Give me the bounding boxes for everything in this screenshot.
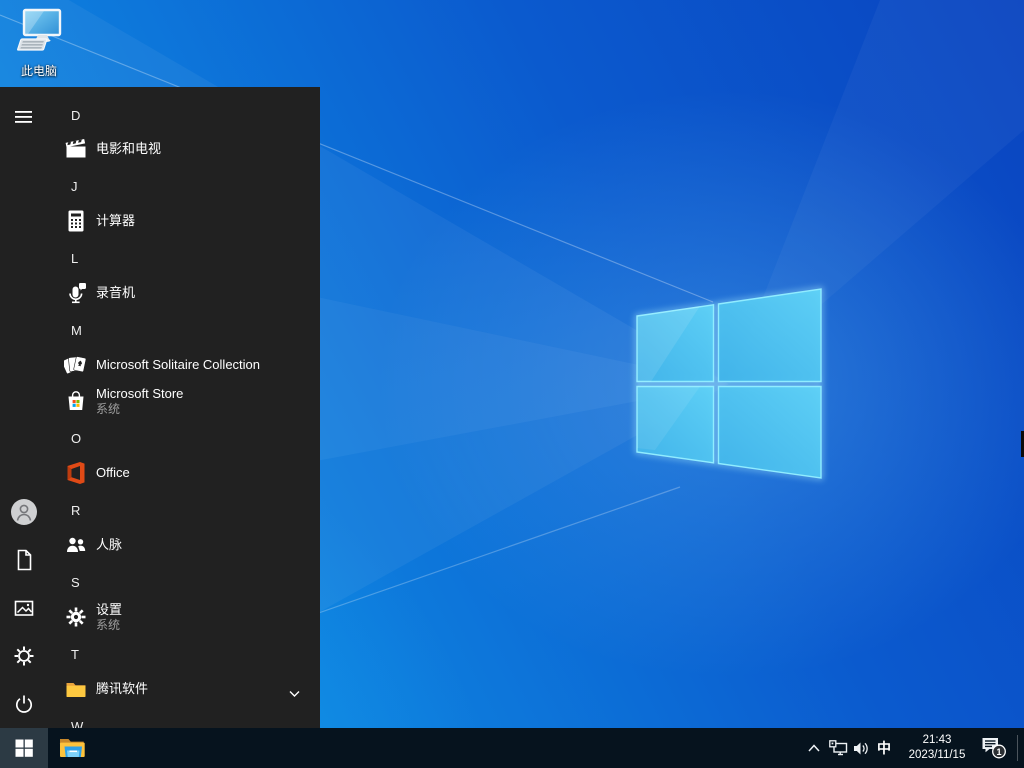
people-icon [64,533,88,557]
section-letter-s[interactable]: S [0,575,320,591]
volume-tray-button[interactable] [850,728,872,768]
section-letter-r[interactable]: R [0,503,320,519]
section-letter-l[interactable]: L [0,251,320,267]
settings-gear-icon [64,605,88,629]
clock-date: 2023/11/15 [908,749,966,761]
app-item-office[interactable]: Office [0,456,320,490]
app-item-tencent-folder[interactable]: 腾讯软件 [0,672,320,706]
store-bag-icon [64,389,88,413]
file-explorer-icon [60,739,85,757]
taskbar: 中 21:43 2023/11/15 1 [0,728,1024,768]
this-pc-desktop-icon[interactable]: 此电脑 [8,8,70,78]
app-item-settings[interactable]: 设置 系统 [0,595,320,639]
app-label: 电影和电视 [96,141,162,156]
app-label: 人脉 [96,537,123,552]
section-letter-t[interactable]: T [0,647,320,663]
this-pc-label: 此电脑 [20,64,57,78]
windows-flag-icon [15,739,33,757]
movies-tv-icon [64,137,88,161]
app-item-solitaire[interactable]: Microsoft Solitaire Collection [0,348,320,382]
calculator-icon [64,209,88,233]
app-label: 腾讯软件 [96,681,149,696]
clock-time: 21:43 [922,734,952,746]
network-tray-button[interactable] [826,728,850,768]
app-item-calculator[interactable]: 计算器 [0,204,320,238]
show-hidden-icons-button[interactable] [802,728,825,768]
solitaire-cards-icon [64,353,88,377]
chevron-up-icon [807,744,820,752]
notification-badge-count: 1 [996,747,1001,757]
folder-icon [64,677,88,701]
network-ethernet-icon [828,740,847,756]
app-sublabel: 系统 [96,617,121,632]
windows-desktop: 此电脑 D 电影和电视 J 计算器 L 录音机 M Microsoft Soli… [0,0,1024,768]
section-letter-o[interactable]: O [0,431,320,447]
app-item-voice-recorder[interactable]: 录音机 [0,276,320,310]
action-center-button[interactable]: 1 [979,728,1009,768]
section-letter-w[interactable]: W [0,719,320,728]
office-icon [64,461,88,485]
action-center-icon: 1 [982,738,1006,759]
section-letter-m[interactable]: M [0,323,320,339]
start-menu: D 电影和电视 J 计算器 L 录音机 M Microsoft Solitair… [0,87,320,728]
section-letter-j[interactable]: J [0,179,320,195]
ime-label: 中 [877,740,891,756]
app-label: 计算器 [96,213,136,228]
chevron-down-icon[interactable] [289,685,300,703]
app-item-movies-tv[interactable]: 电影和电视 [0,132,320,166]
app-sublabel: 系统 [96,401,121,416]
this-pc-icon [17,8,62,51]
volume-icon [853,742,868,754]
app-item-people[interactable]: 人脉 [0,528,320,562]
ime-indicator[interactable]: 中 [872,728,896,768]
voice-recorder-icon [64,281,88,305]
start-button[interactable] [0,728,48,768]
app-label: Microsoft Solitaire Collection [96,357,261,372]
file-explorer-button[interactable] [48,728,96,768]
app-label: Microsoft Store [96,385,184,401]
taskbar-clock[interactable]: 21:43 2023/11/15 [897,733,977,763]
app-item-microsoft-store[interactable]: Microsoft Store 系统 [0,379,320,423]
app-label: Office [96,465,130,480]
show-desktop-divider [1017,735,1018,761]
section-letter-d[interactable]: D [0,108,320,124]
app-label: 录音机 [96,285,136,300]
app-label: 设置 [96,601,123,617]
